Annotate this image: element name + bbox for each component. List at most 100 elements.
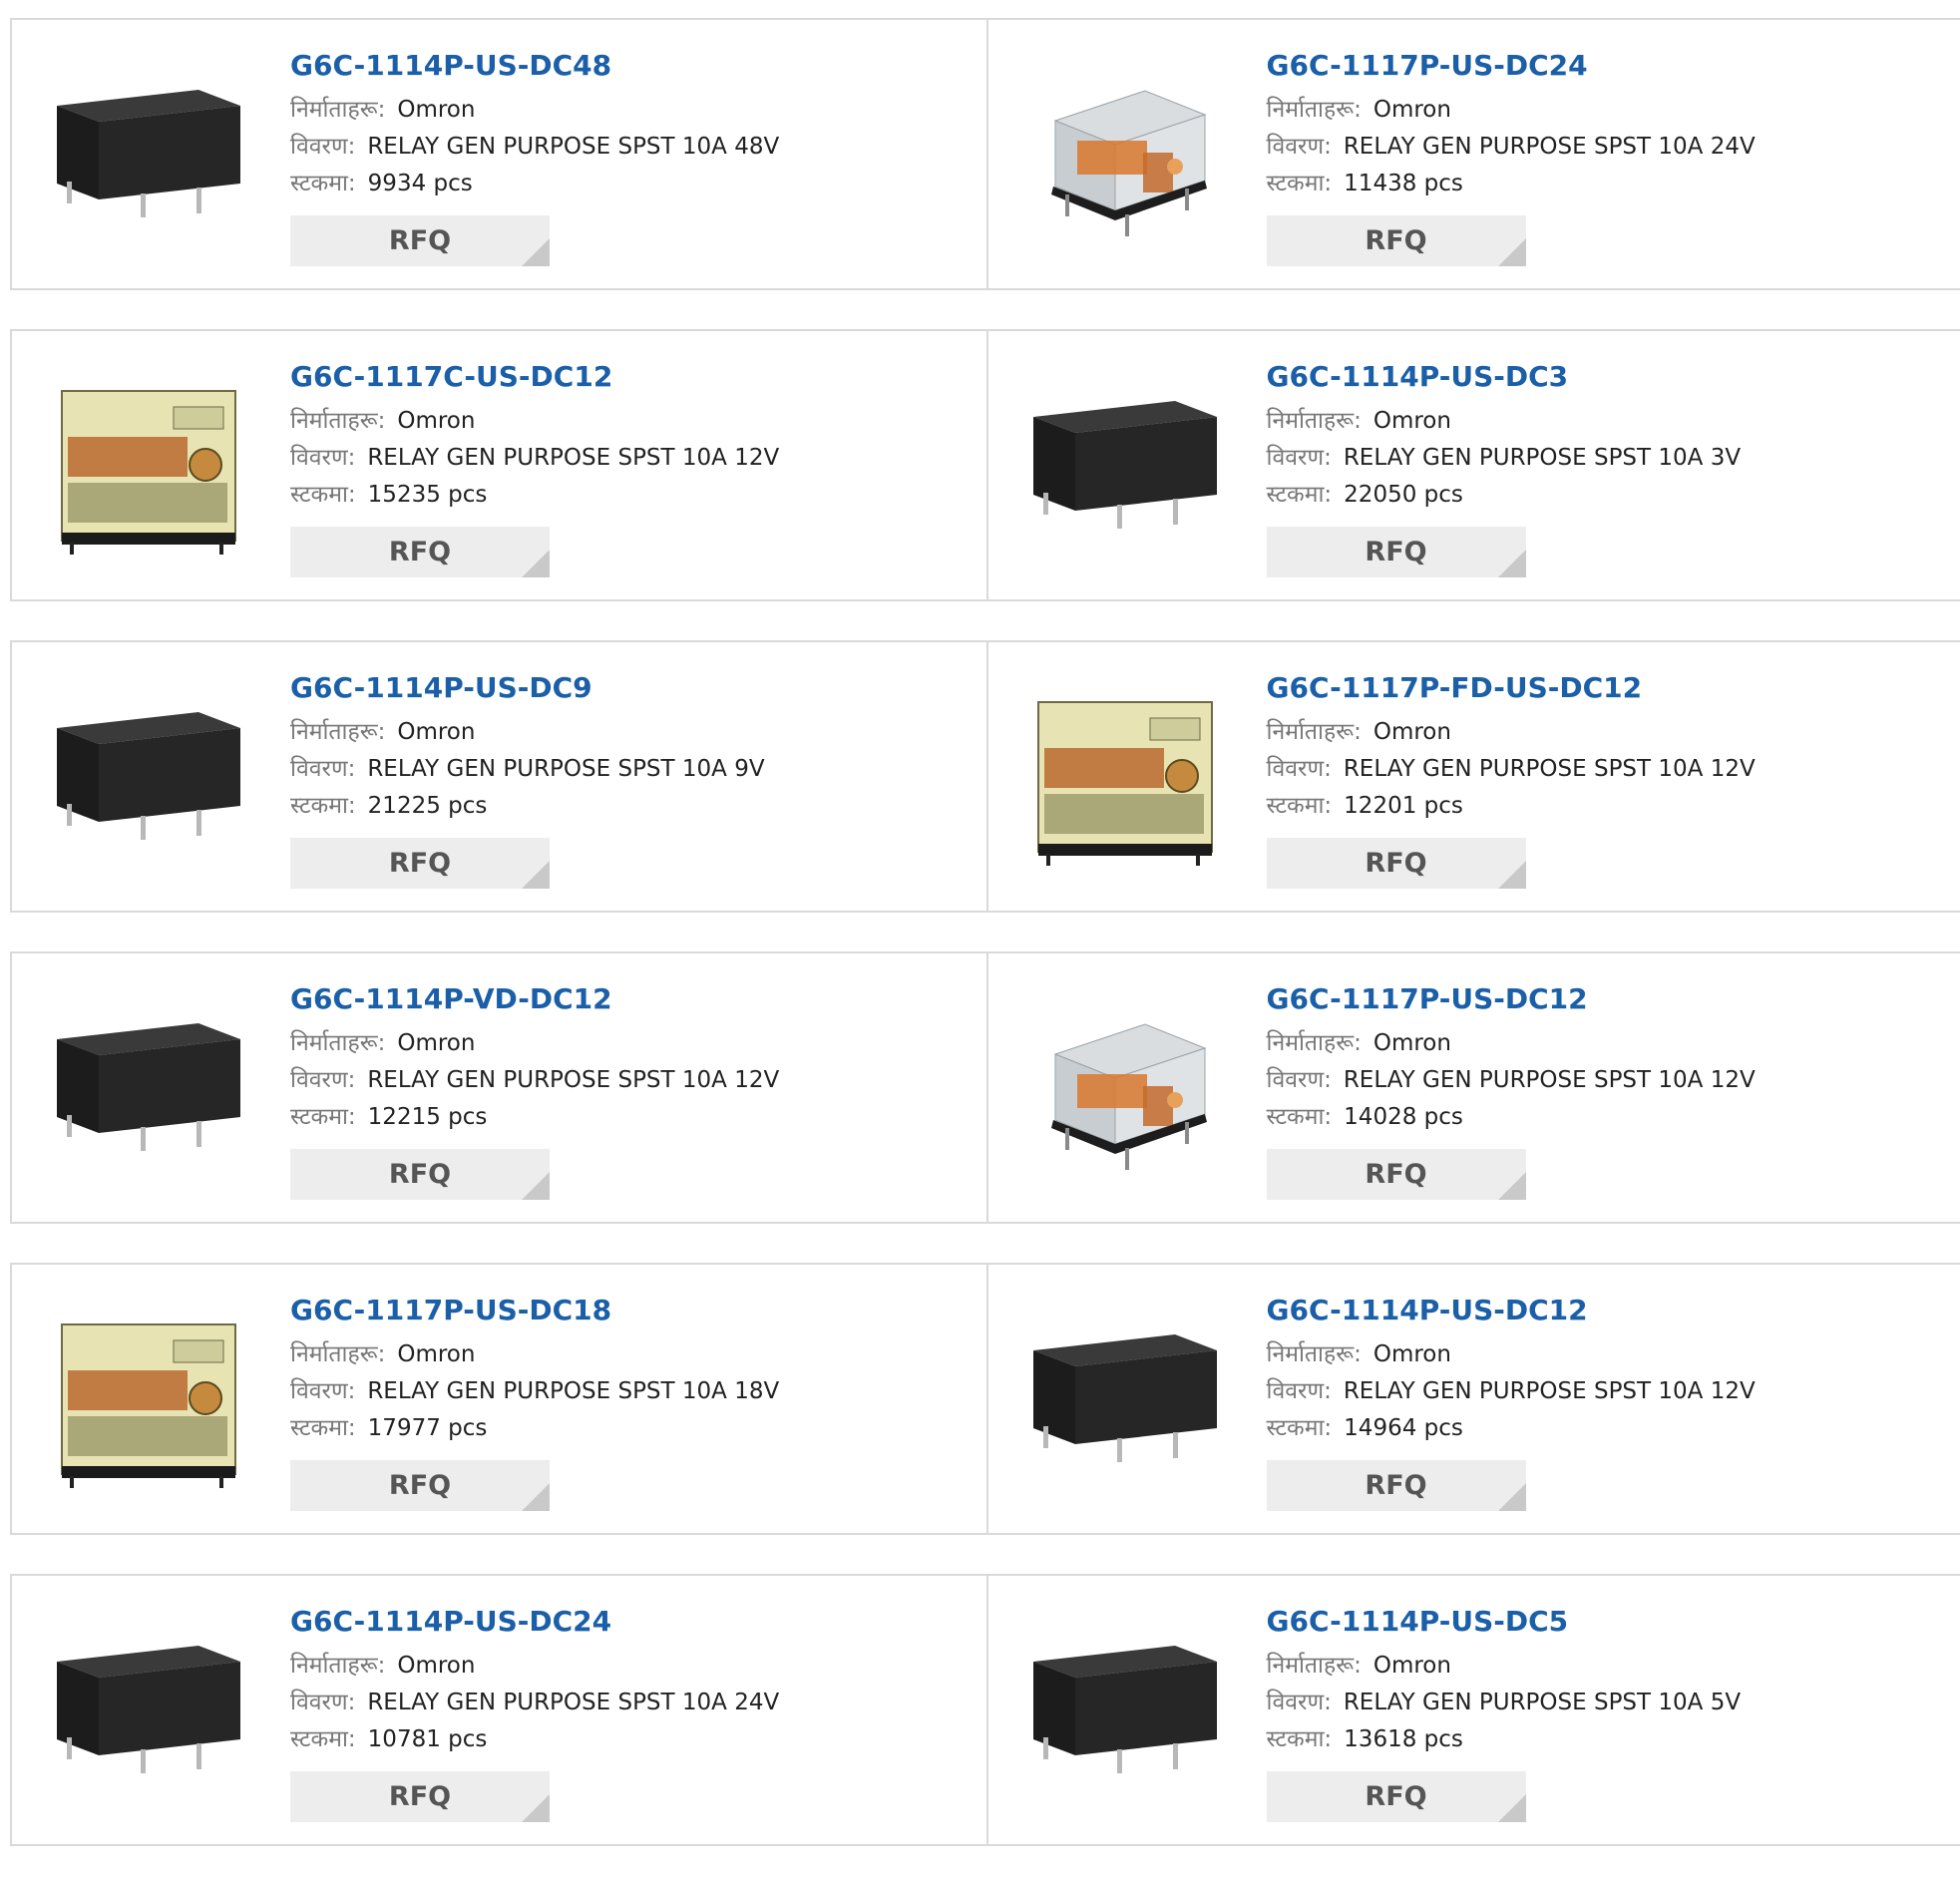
product-image[interactable] — [1025, 1301, 1225, 1500]
rfq-button-label: RFQ — [389, 1781, 451, 1812]
clear-relay-icon — [1025, 1004, 1225, 1174]
product-title-link[interactable]: G6C-1114P-US-DC12 — [1267, 1293, 1756, 1328]
corner-triangle-icon — [522, 238, 550, 266]
product-image[interactable] — [1025, 678, 1225, 878]
product-card: G6C-1117P-US-DC24 निर्माताहरू:Omron विवर… — [986, 20, 1960, 288]
description-field: विवरण:RELAY GEN PURPOSE SPST 10A 12V — [1267, 1373, 1756, 1410]
description-field: विवरण:RELAY GEN PURPOSE SPST 10A 18V — [290, 1373, 779, 1410]
manufacturer-value: Omron — [397, 719, 475, 745]
stock-label: स्टकमा: — [290, 171, 356, 196]
black-relay-icon — [1025, 387, 1225, 547]
rfq-button[interactable]: RFQ — [290, 215, 550, 266]
rfq-button[interactable]: RFQ — [1267, 1460, 1526, 1511]
product-image[interactable] — [1025, 989, 1225, 1189]
manufacturer-field: निर्माताहरू:Omron — [1267, 714, 1756, 751]
product-image[interactable] — [49, 989, 248, 1189]
product-title-link[interactable]: G6C-1117P-FD-US-DC12 — [1267, 670, 1756, 706]
stock-value: 15235 pcs — [368, 482, 488, 508]
corner-triangle-icon — [1498, 550, 1526, 577]
product-title-link[interactable]: G6C-1114P-VD-DC12 — [290, 981, 779, 1017]
stock-label: स्टकमा: — [290, 1726, 356, 1752]
manufacturer-value: Omron — [397, 97, 475, 123]
manufacturer-label: निर्माताहरू: — [290, 1030, 385, 1056]
product-card: G6C-1114P-US-DC9 निर्माताहरू:Omron विवरण… — [12, 642, 986, 911]
description-label: विवरण: — [1267, 445, 1332, 471]
manufacturer-label: निर्माताहरू: — [1267, 408, 1362, 434]
rfq-button[interactable]: RFQ — [1267, 1771, 1526, 1822]
manufacturer-value: Omron — [397, 408, 475, 434]
rfq-button[interactable]: RFQ — [290, 1771, 550, 1822]
stock-label: स्टकमा: — [1267, 171, 1333, 196]
stock-value: 17977 pcs — [368, 1415, 488, 1441]
product-card: G6C-1117P-US-DC12 निर्माताहरू:Omron विवर… — [986, 953, 1960, 1222]
product-title-link[interactable]: G6C-1114P-US-DC24 — [290, 1604, 779, 1640]
product-image[interactable] — [49, 1612, 248, 1811]
product-title-link[interactable]: G6C-1114P-US-DC48 — [290, 48, 779, 84]
product-image[interactable] — [49, 367, 248, 566]
corner-triangle-icon — [1498, 1172, 1526, 1200]
rfq-button[interactable]: RFQ — [1267, 527, 1526, 577]
description-value: RELAY GEN PURPOSE SPST 10A 12V — [1344, 1378, 1756, 1404]
manufacturer-label: निर्माताहरू: — [290, 719, 385, 745]
description-field: विवरण:RELAY GEN PURPOSE SPST 10A 24V — [290, 1685, 779, 1721]
description-value: RELAY GEN PURPOSE SPST 10A 12V — [367, 445, 779, 471]
rfq-button-label: RFQ — [389, 1470, 451, 1501]
stock-field: स्टकमा:14028 pcs — [1267, 1099, 1756, 1136]
description-label: विवरण: — [290, 134, 355, 160]
description-value: RELAY GEN PURPOSE SPST 10A 48V — [367, 134, 779, 160]
product-image[interactable] — [49, 678, 248, 878]
stock-value: 14028 pcs — [1344, 1104, 1463, 1130]
rfq-button[interactable]: RFQ — [290, 527, 550, 577]
rfq-button[interactable]: RFQ — [1267, 215, 1526, 266]
rfq-button[interactable]: RFQ — [290, 1460, 550, 1511]
product-info: G6C-1117P-US-DC12 निर्माताहरू:Omron विवर… — [1267, 981, 1756, 1200]
manufacturer-value: Omron — [397, 1030, 475, 1056]
rfq-button[interactable]: RFQ — [290, 838, 550, 889]
product-image[interactable] — [1025, 1612, 1225, 1811]
stock-field: स्टकमा:10781 pcs — [290, 1721, 779, 1758]
product-title-link[interactable]: G6C-1117P-US-DC12 — [1267, 981, 1756, 1017]
stock-label: स्टकमा: — [1267, 482, 1333, 508]
stock-value: 12215 pcs — [368, 1104, 488, 1130]
corner-triangle-icon — [1498, 238, 1526, 266]
stock-value: 13618 pcs — [1344, 1726, 1463, 1752]
product-title-link[interactable]: G6C-1114P-US-DC9 — [290, 670, 765, 706]
rfq-button[interactable]: RFQ — [290, 1149, 550, 1200]
manufacturer-field: निर्माताहरू:Omron — [1267, 1336, 1756, 1373]
product-image[interactable] — [1025, 56, 1225, 255]
description-value: RELAY GEN PURPOSE SPST 10A 12V — [367, 1067, 779, 1093]
manufacturer-label: निर्माताहरू: — [290, 1341, 385, 1367]
black-relay-icon — [1025, 1320, 1225, 1480]
product-title-link[interactable]: G6C-1117C-US-DC12 — [290, 359, 779, 395]
product-title-link[interactable]: G6C-1114P-US-DC5 — [1267, 1604, 1742, 1640]
manufacturer-value: Omron — [397, 1341, 475, 1367]
product-image[interactable] — [1025, 367, 1225, 566]
rfq-button-label: RFQ — [1365, 537, 1426, 567]
product-title-link[interactable]: G6C-1114P-US-DC3 — [1267, 359, 1742, 395]
stock-field: स्टकमा:21225 pcs — [290, 788, 765, 825]
corner-triangle-icon — [1498, 1483, 1526, 1511]
product-title-link[interactable]: G6C-1117P-US-DC24 — [1267, 48, 1756, 84]
description-value: RELAY GEN PURPOSE SPST 10A 24V — [367, 1690, 779, 1715]
rfq-button-label: RFQ — [1365, 848, 1426, 879]
stock-field: स्टकमा:17977 pcs — [290, 1410, 779, 1447]
description-value: RELAY GEN PURPOSE SPST 10A 24V — [1344, 134, 1756, 160]
description-field: विवरण:RELAY GEN PURPOSE SPST 10A 12V — [1267, 751, 1756, 788]
stock-label: स्टकमा: — [1267, 793, 1333, 819]
product-row: G6C-1114P-US-DC9 निर्माताहरू: Omron विवरण… — [10, 640, 1960, 913]
product-image[interactable] — [49, 56, 248, 255]
product-card: G6C-1117C-US-DC12 निर्माताहरू:Omron विवर… — [12, 331, 986, 599]
product-row: G6C-1117P-US-DC18 निर्माताहरू:Omron विवर… — [10, 1263, 1960, 1535]
rfq-button[interactable]: RFQ — [1267, 1149, 1526, 1200]
stock-value: 21225 pcs — [368, 793, 488, 819]
black-relay-icon — [49, 76, 248, 235]
product-image[interactable] — [49, 1301, 248, 1500]
product-row: G6C-1114P-US-DC48 निर्माताहरू:Omron विवर… — [10, 18, 1960, 290]
rfq-button-label: RFQ — [389, 848, 451, 879]
manufacturer-field: निर्माताहरू: Omron — [290, 714, 765, 751]
stock-field: स्टकमा:11438 pcs — [1267, 166, 1756, 202]
rfq-button[interactable]: RFQ — [1267, 838, 1526, 889]
description-value: RELAY GEN PURPOSE SPST 10A 3V — [1344, 445, 1741, 471]
product-title-link[interactable]: G6C-1117P-US-DC18 — [290, 1293, 779, 1328]
description-field: विवरण:RELAY GEN PURPOSE SPST 10A 12V — [1267, 1062, 1756, 1099]
